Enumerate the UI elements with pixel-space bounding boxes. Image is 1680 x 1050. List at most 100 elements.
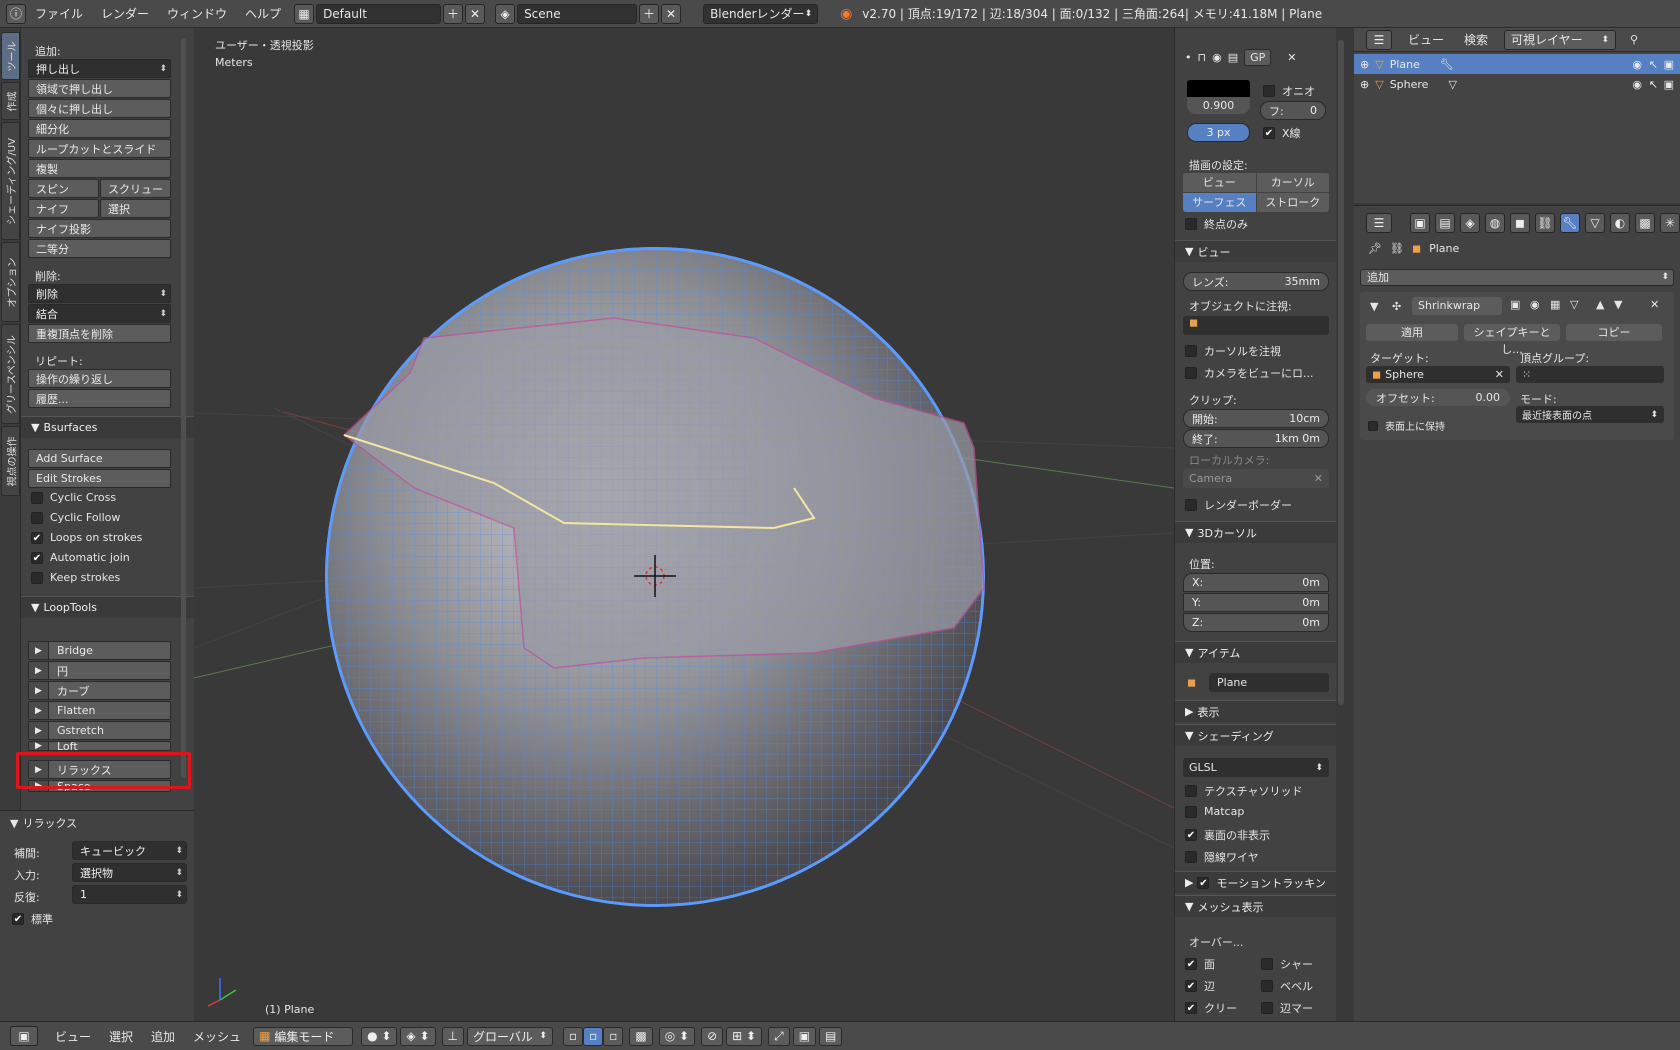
eye-icon[interactable]: ◉: [1632, 78, 1642, 91]
looptools-gstretch[interactable]: ▶ Gstretch: [28, 721, 171, 740]
tab-shading-uv[interactable]: シェーディング/UV: [1, 122, 20, 240]
input-dropdown[interactable]: 選択物: [72, 863, 187, 882]
move-down-icon[interactable]: ▼: [1614, 298, 1622, 311]
lock-cursor-checkbox[interactable]: カーソルを注視: [1185, 343, 1281, 359]
bevel-checkbox[interactable]: ベベル: [1261, 978, 1313, 994]
tab-options[interactable]: オプション: [1, 242, 20, 322]
apply-as-shapekey-button[interactable]: シェイプキーとし...: [1464, 324, 1560, 356]
crease-checkbox[interactable]: ✔ クリー: [1185, 1000, 1237, 1016]
thickness-field[interactable]: 3 px: [1187, 123, 1250, 142]
particles-tab-icon[interactable]: ✳︎: [1660, 213, 1680, 233]
editor-type-icon[interactable]: ☰: [1366, 29, 1392, 50]
menu-help[interactable]: ヘルプ: [236, 5, 290, 22]
tab-view[interactable]: 視点の操作: [1, 426, 20, 496]
local-camera-field[interactable]: Camera ✕: [1183, 469, 1329, 488]
vertex-select-mode[interactable]: ▫: [562, 1026, 584, 1046]
subdivide-button[interactable]: 細分化: [28, 119, 171, 138]
render-preview-button[interactable]: ⤢: [768, 1026, 790, 1046]
select-arrow-icon[interactable]: ↖: [1649, 58, 1658, 71]
world-tab-icon[interactable]: ◍: [1485, 213, 1505, 233]
xray-checkbox[interactable]: ✔ X線: [1263, 125, 1301, 141]
layout-icon[interactable]: ▦: [294, 3, 315, 24]
scene-icon[interactable]: ◈: [495, 3, 516, 24]
proportional-edit-dropdown[interactable]: ◎ ⬍: [658, 1026, 696, 1046]
motion-tracking-header[interactable]: ▶ ✔ モーショントラッキン: [1175, 871, 1336, 893]
outliner-row-plane[interactable]: ⊕ ▽ Plane 🔧︎ ◉ ↖ ▣: [1354, 54, 1680, 74]
knife-select-button[interactable]: 選択: [100, 199, 171, 218]
looptools-panel-header[interactable]: ▼ LoopTools: [21, 596, 194, 618]
scene-tab-icon[interactable]: ◈: [1460, 213, 1480, 233]
edit-strokes-button[interactable]: Edit Strokes: [28, 469, 171, 488]
apply-button[interactable]: 適用: [1366, 324, 1458, 341]
orientation-dropdown[interactable]: グローバル ⬍: [466, 1026, 553, 1046]
clip-end-field[interactable]: 終了: 1km 0m: [1183, 429, 1329, 448]
keep-strokes-checkbox[interactable]: Keep strokes: [31, 571, 120, 584]
knife-project-button[interactable]: ナイフ投影: [28, 219, 171, 238]
loopcut-slide-button[interactable]: ループカットとスライド: [28, 139, 171, 158]
looptools-loft[interactable]: ▶ Loft: [28, 741, 171, 751]
menu-file[interactable]: ファイル: [26, 5, 92, 22]
bisect-button[interactable]: 二等分: [28, 239, 171, 258]
view-panel-header[interactable]: ▼ ビュー: [1175, 240, 1336, 262]
item-name-field[interactable]: Plane: [1209, 673, 1329, 692]
faces-checkbox[interactable]: ✔ 面: [1185, 956, 1215, 972]
render-engine-dropdown[interactable]: Blenderレンダー ⬍: [703, 3, 819, 24]
scene-field[interactable]: Scene: [517, 3, 638, 24]
regular-checkbox[interactable]: ✔ 標準: [12, 911, 53, 927]
vertex-group-field[interactable]: ⁙: [1516, 366, 1664, 383]
menu-window[interactable]: ウィンドウ: [158, 5, 236, 22]
looptools-circle[interactable]: ▶ 円: [28, 661, 171, 680]
search-icon[interactable]: ⚲: [1630, 33, 1638, 46]
duplicate-button[interactable]: 複製: [28, 159, 171, 178]
looptools-flatten[interactable]: ▶ Flatten: [28, 701, 171, 720]
snap-toggle[interactable]: ⊘: [701, 1026, 724, 1046]
cyclic-follow-checkbox[interactable]: Cyclic Follow: [31, 511, 120, 524]
lock-icon[interactable]: ⊓: [1198, 51, 1207, 64]
draw-surface-button[interactable]: サーフェス: [1183, 193, 1256, 212]
looptools-curve[interactable]: ▶ カーブ: [28, 681, 171, 700]
onion-checkbox[interactable]: オニオ: [1263, 83, 1315, 99]
target-field[interactable]: ◼ Sphere ✕: [1366, 366, 1510, 383]
modifier-name-field[interactable]: Shrinkwrap: [1412, 297, 1502, 315]
checkmark-icon[interactable]: ✔: [1197, 876, 1210, 889]
delete-dropdown[interactable]: 削除: [28, 284, 171, 303]
copy-modifier-button[interactable]: コピー: [1566, 324, 1662, 341]
modifiers-tab-icon[interactable]: 🔧︎: [1560, 213, 1580, 233]
move-up-icon[interactable]: ▲: [1596, 298, 1604, 311]
render-border-checkbox[interactable]: レンダーボーダー: [1185, 497, 1292, 513]
eye-icon[interactable]: ◉: [1632, 58, 1642, 71]
cyclic-cross-checkbox[interactable]: Cyclic Cross: [31, 491, 116, 504]
object-tab-icon[interactable]: ◼: [1510, 213, 1530, 233]
tab-create[interactable]: 作成: [1, 82, 20, 120]
gp-button[interactable]: GP: [1244, 48, 1272, 66]
edges-checkbox[interactable]: ✔ 辺: [1185, 978, 1215, 994]
viewport-shading-dropdown[interactable]: ● ⬍: [361, 1026, 398, 1046]
spin-button[interactable]: スピン: [28, 179, 99, 198]
edge-marks-checkbox[interactable]: 辺マー: [1261, 1000, 1313, 1016]
3d-viewport[interactable]: ユーザー・透視投影 Meters (1) Plane: [194, 28, 1174, 1021]
outliner-view-menu[interactable]: ビュー: [1408, 31, 1444, 48]
shading-panel-header[interactable]: ▼ シェーディング: [1175, 724, 1336, 746]
cursor-y-field[interactable]: Y: 0m: [1183, 593, 1329, 612]
eye-icon[interactable]: ◉: [1212, 51, 1222, 64]
tab-grease-pencil[interactable]: グリースペンシル: [1, 324, 20, 424]
opengl-anim-button[interactable]: ▤: [819, 1026, 843, 1046]
draw-cursor-button[interactable]: カーソル: [1256, 173, 1329, 192]
cursor-panel-header[interactable]: ▼ 3Dカーソル: [1175, 521, 1336, 543]
screen-layout-field[interactable]: Default: [316, 3, 442, 24]
render-icon[interactable]: ▣: [1664, 58, 1674, 71]
menu-render[interactable]: レンダー: [92, 5, 158, 22]
hidden-wire-checkbox[interactable]: 隠線ワイヤ: [1185, 849, 1259, 865]
expand-icon[interactable]: ⊕: [1360, 58, 1369, 71]
realtime-toggle-icon[interactable]: ◉: [1530, 298, 1540, 311]
extrude-dropdown[interactable]: 押し出し: [28, 59, 171, 78]
mode-dropdown[interactable]: 最近接表面の点 ⬍: [1516, 406, 1664, 423]
menu-view[interactable]: ビュー: [46, 1028, 100, 1045]
dot-icon[interactable]: •: [1185, 51, 1192, 64]
lens-field[interactable]: レンズ: 35mm: [1183, 272, 1329, 291]
menu-select[interactable]: 選択: [100, 1028, 142, 1045]
editor-type-icon[interactable]: ▣: [10, 1026, 38, 1046]
outliner-search-menu[interactable]: 検索: [1464, 31, 1488, 48]
repeat-last-button[interactable]: 操作の繰り返し: [28, 369, 171, 388]
modifier-wrench-icon[interactable]: 🔧︎: [1440, 58, 1454, 71]
